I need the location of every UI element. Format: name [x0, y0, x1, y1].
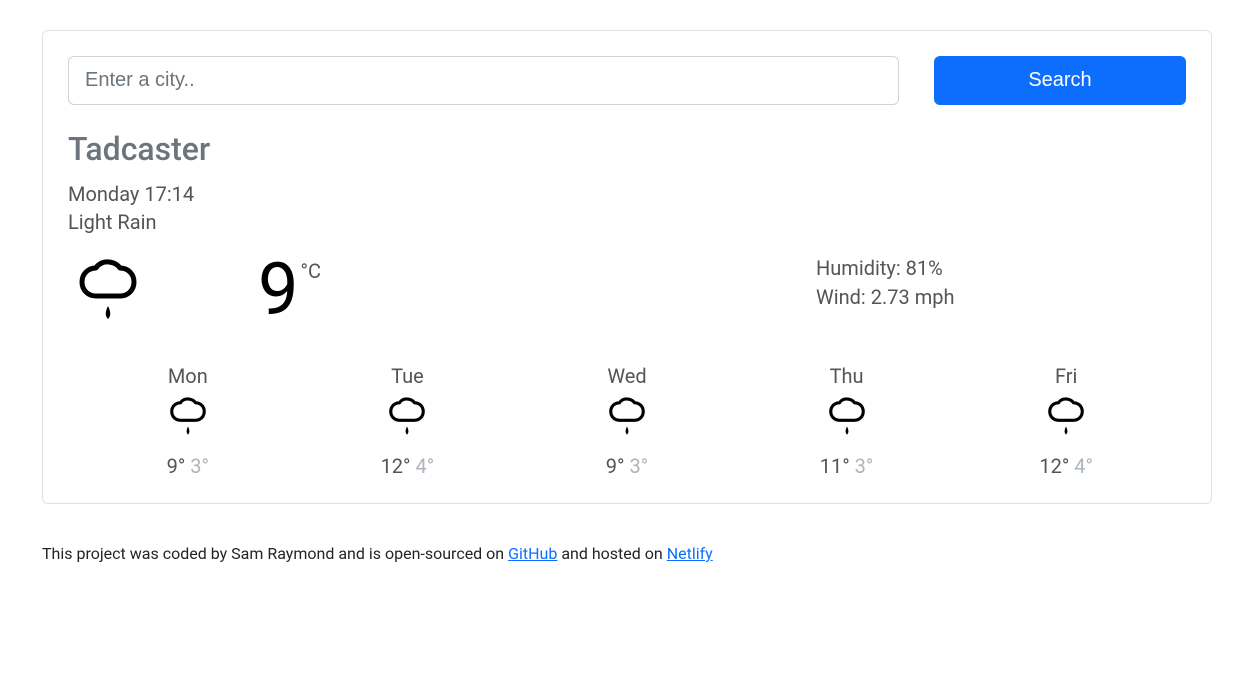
forecast-row: Mon 9° 3° Tue 12° 4° [68, 364, 1186, 478]
forecast-day: Tue 12° 4° [298, 364, 518, 478]
forecast-high: 11° [820, 454, 850, 478]
rain-icon [68, 254, 148, 334]
humidity-value: 81% [906, 256, 943, 280]
forecast-low: 3° [629, 454, 648, 478]
city-search-input[interactable] [68, 56, 899, 105]
forecast-high: 12° [1039, 454, 1069, 478]
humidity-line: Humidity: 81% [816, 254, 1186, 283]
temperature-wrap: 9 °C [258, 254, 321, 326]
netlify-link[interactable]: Netlify [667, 544, 713, 563]
search-row: Search [68, 56, 1186, 105]
forecast-day: Thu 11° 3° [737, 364, 957, 478]
rain-icon [298, 394, 518, 444]
forecast-temps: 9° 3° [517, 454, 737, 478]
forecast-day-label: Fri [956, 364, 1176, 388]
current-left: 9 °C [68, 254, 321, 334]
forecast-low: 3° [190, 454, 209, 478]
city-name: Tadcaster [68, 130, 1186, 168]
rain-icon [517, 394, 737, 444]
forecast-day-label: Tue [298, 364, 518, 388]
humidity-label: Humidity: [816, 256, 906, 280]
forecast-temps: 12° 4° [956, 454, 1176, 478]
forecast-temps: 11° 3° [737, 454, 957, 478]
wind-label: Wind: [816, 285, 871, 309]
current-temperature: 9 [258, 254, 298, 326]
temperature-unit: °C [300, 259, 321, 283]
current-details: Humidity: 81% Wind: 2.73 mph [816, 254, 1186, 312]
forecast-high: 9° [606, 454, 625, 478]
forecast-day-label: Thu [737, 364, 957, 388]
forecast-high: 9° [167, 454, 186, 478]
forecast-day-label: Mon [78, 364, 298, 388]
current-conditions-row: 9 °C Humidity: 81% Wind: 2.73 mph [68, 254, 1186, 344]
wind-value: 2.73 mph [871, 285, 955, 309]
forecast-low: 4° [1074, 454, 1093, 478]
forecast-day: Wed 9° 3° [517, 364, 737, 478]
current-datetime: Monday 17:14 [68, 180, 1186, 208]
wind-line: Wind: 2.73 mph [816, 283, 1186, 312]
forecast-low: 3° [855, 454, 874, 478]
forecast-temps: 12° 4° [298, 454, 518, 478]
current-description: Light Rain [68, 208, 1186, 236]
forecast-temps: 9° 3° [78, 454, 298, 478]
footer-attribution: This project was coded by Sam Raymond an… [42, 544, 1212, 563]
forecast-day: Mon 9° 3° [78, 364, 298, 478]
weather-app-card: Search Tadcaster Monday 17:14 Light Rain… [42, 30, 1212, 504]
footer-mid: and hosted on [557, 544, 666, 563]
forecast-low: 4° [415, 454, 434, 478]
rain-icon [737, 394, 957, 444]
rain-icon [956, 394, 1176, 444]
rain-icon [78, 394, 298, 444]
forecast-high: 12° [381, 454, 411, 478]
forecast-day: Fri 12° 4° [956, 364, 1176, 478]
forecast-day-label: Wed [517, 364, 737, 388]
footer-prefix: This project was coded by Sam Raymond an… [42, 544, 508, 563]
github-link[interactable]: GitHub [508, 544, 557, 563]
search-button[interactable]: Search [934, 56, 1186, 105]
